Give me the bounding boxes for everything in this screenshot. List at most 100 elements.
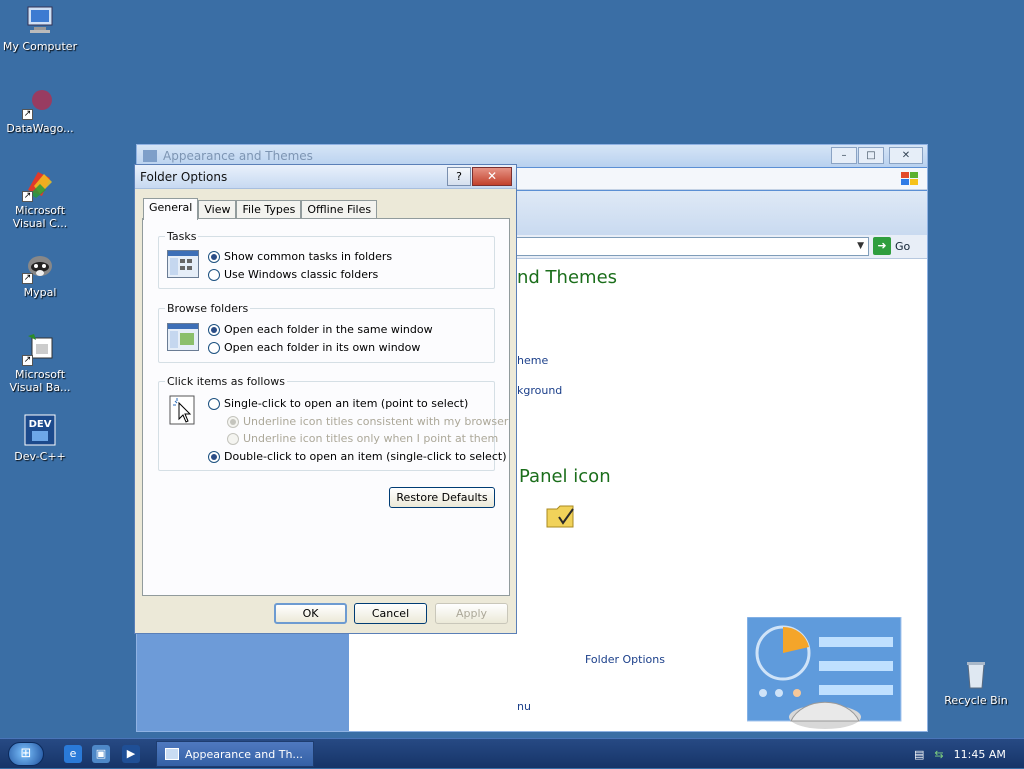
desktop-icon-dev-cpp[interactable]: DEV Dev-C++ bbox=[0, 414, 80, 463]
classic-folders-option[interactable]: Use Windows classic folders bbox=[208, 268, 378, 281]
option-label: Underline icon titles only when I point … bbox=[243, 432, 499, 445]
desktop-icon-label: Microsoft Visual Ba... bbox=[9, 368, 71, 394]
raccoon-icon: ↗ bbox=[22, 250, 56, 284]
desktop-icon-mypal[interactable]: ↗ Mypal bbox=[0, 250, 80, 299]
internet-explorer-icon[interactable]: e bbox=[64, 745, 82, 763]
restore-defaults-button[interactable]: Restore Defaults bbox=[389, 487, 495, 508]
close-button[interactable]: ✕ bbox=[472, 167, 512, 186]
desktop-icon-my-computer[interactable]: My Computer bbox=[0, 4, 80, 53]
option-label: Show common tasks in folders bbox=[224, 250, 393, 263]
radio-icon[interactable] bbox=[208, 268, 220, 281]
computer-icon bbox=[24, 4, 56, 36]
apply-button: Apply bbox=[435, 603, 508, 624]
tab-strip: General View File Types Offline Files bbox=[143, 198, 378, 220]
task-link[interactable]: nu bbox=[517, 700, 531, 713]
shortcut-arrow-icon: ↗ bbox=[22, 191, 33, 202]
go-button[interactable]: ➜ Go bbox=[873, 237, 910, 255]
svg-text:DEV: DEV bbox=[29, 419, 52, 430]
system-tray: ▤ ⇆ 11:45 AM bbox=[904, 739, 1024, 769]
close-button[interactable]: ✕ bbox=[889, 147, 923, 164]
own-window-option[interactable]: Open each folder in its own window bbox=[208, 341, 420, 354]
browse-preview-icon bbox=[167, 323, 199, 351]
chevron-down-icon[interactable]: ▼ bbox=[857, 241, 864, 251]
visual-basic-icon: ↗ bbox=[22, 332, 56, 366]
desktop-icon-datawagon[interactable]: ↗ DataWago... bbox=[0, 86, 80, 135]
underline-point-option: Underline icon titles only when I point … bbox=[227, 432, 498, 445]
task-link[interactable]: heme bbox=[517, 354, 548, 367]
radio-icon[interactable] bbox=[208, 397, 220, 410]
windows-orb-icon: ⊞ bbox=[20, 746, 32, 761]
tasks-group-label: Tasks bbox=[165, 230, 199, 243]
keyboard-icon[interactable]: ▤ bbox=[914, 748, 924, 761]
minimize-button[interactable]: – bbox=[831, 147, 857, 164]
desktop-icon-visual-basic[interactable]: ↗ Microsoft Visual Ba... bbox=[0, 332, 80, 394]
category-heading: nd Themes bbox=[517, 267, 618, 288]
browse-folders-label: Browse folders bbox=[165, 302, 251, 315]
general-tab-panel: Tasks Show common tasks in folders Use W… bbox=[142, 218, 510, 596]
address-input[interactable]: ▼ bbox=[507, 237, 869, 256]
radio-selected-icon[interactable] bbox=[208, 323, 220, 336]
tab-general[interactable]: General bbox=[143, 198, 199, 220]
desktop-icon-label: Dev-C++ bbox=[14, 450, 66, 463]
dialog-title: Folder Options bbox=[140, 169, 228, 184]
panel-icon-heading: Panel icon bbox=[519, 466, 611, 487]
desktop-icon-recycle-bin[interactable]: Recycle Bin bbox=[936, 658, 1016, 707]
option-label: Open each folder in its own window bbox=[224, 341, 421, 354]
option-label: Use Windows classic folders bbox=[224, 268, 379, 281]
show-common-tasks-option[interactable]: Show common tasks in folders bbox=[208, 250, 392, 263]
taskbar: ⊞ e ▣ ▶ Appearance and Th... ▤ ⇆ 11:45 A… bbox=[0, 738, 1024, 768]
taskbar-item-appearance-themes[interactable]: Appearance and Th... bbox=[156, 741, 314, 767]
desktop-icon-label: Microsoft Visual C... bbox=[12, 204, 68, 230]
start-button[interactable]: ⊞ bbox=[8, 742, 44, 766]
show-desktop-icon[interactable]: ▣ bbox=[92, 745, 110, 763]
control-panel-illustration bbox=[746, 616, 903, 729]
taskbar-item-label: Appearance and Th... bbox=[185, 747, 303, 761]
recycle-bin-icon bbox=[960, 658, 992, 690]
task-link[interactable]: kground bbox=[517, 384, 562, 397]
folder-options-dialog[interactable]: Folder Options ? ✕ General View File Typ… bbox=[134, 164, 517, 634]
option-label: Underline icon titles consistent with my… bbox=[243, 415, 509, 428]
desktop-icon-label: My Computer bbox=[2, 40, 78, 53]
folder-options-icon[interactable] bbox=[545, 501, 579, 531]
maximize-button[interactable]: □ bbox=[858, 147, 884, 164]
app-icon: ↗ bbox=[22, 86, 56, 120]
window-icon bbox=[165, 748, 179, 760]
dev-cpp-icon: DEV bbox=[24, 414, 56, 446]
go-arrow-icon: ➜ bbox=[873, 237, 891, 255]
click-items-label: Click items as follows bbox=[165, 375, 287, 388]
option-label: Double-click to open an item (single-cli… bbox=[224, 450, 507, 463]
desktop-icon-visual-c[interactable]: ↗ Microsoft Visual C... bbox=[0, 168, 80, 230]
tab-offline-files[interactable]: Offline Files bbox=[301, 200, 378, 219]
radio-disabled-icon bbox=[227, 415, 239, 428]
same-window-option[interactable]: Open each folder in the same window bbox=[208, 323, 433, 336]
window-title: Appearance and Themes bbox=[163, 149, 313, 163]
radio-icon[interactable] bbox=[208, 341, 220, 354]
go-label: Go bbox=[895, 239, 911, 253]
pointer-click-icon bbox=[169, 395, 197, 427]
windows-logo-icon bbox=[899, 171, 921, 187]
tab-file-types[interactable]: File Types bbox=[236, 200, 302, 219]
single-click-option[interactable]: Single-click to open an item (point to s… bbox=[208, 397, 468, 410]
visual-c-icon: ↗ bbox=[22, 168, 56, 202]
shortcut-arrow-icon: ↗ bbox=[22, 273, 33, 284]
radio-selected-icon[interactable] bbox=[208, 450, 220, 463]
radio-selected-icon[interactable] bbox=[208, 250, 220, 263]
double-click-option[interactable]: Double-click to open an item (single-cli… bbox=[208, 450, 506, 463]
cancel-button[interactable]: Cancel bbox=[354, 603, 427, 624]
media-player-icon[interactable]: ▶ bbox=[122, 745, 140, 763]
clock[interactable]: 11:45 AM bbox=[954, 748, 1006, 761]
folder-icon bbox=[143, 150, 157, 162]
desktop-icon-label: Recycle Bin bbox=[944, 694, 1008, 707]
ok-button[interactable]: OK bbox=[274, 603, 347, 624]
help-button[interactable]: ? bbox=[447, 167, 471, 186]
shortcut-arrow-icon: ↗ bbox=[22, 355, 33, 366]
option-label: Single-click to open an item (point to s… bbox=[224, 397, 469, 410]
desktop-icon-label: Mypal bbox=[23, 286, 57, 299]
network-icon[interactable]: ⇆ bbox=[934, 748, 943, 761]
desktop-icon-label: DataWago... bbox=[6, 122, 74, 135]
shortcut-arrow-icon: ↗ bbox=[22, 109, 33, 120]
tab-view[interactable]: View bbox=[198, 200, 237, 219]
radio-disabled-icon bbox=[227, 432, 239, 445]
folder-options-link[interactable]: Folder Options bbox=[585, 653, 665, 666]
option-label: Open each folder in the same window bbox=[224, 323, 433, 336]
